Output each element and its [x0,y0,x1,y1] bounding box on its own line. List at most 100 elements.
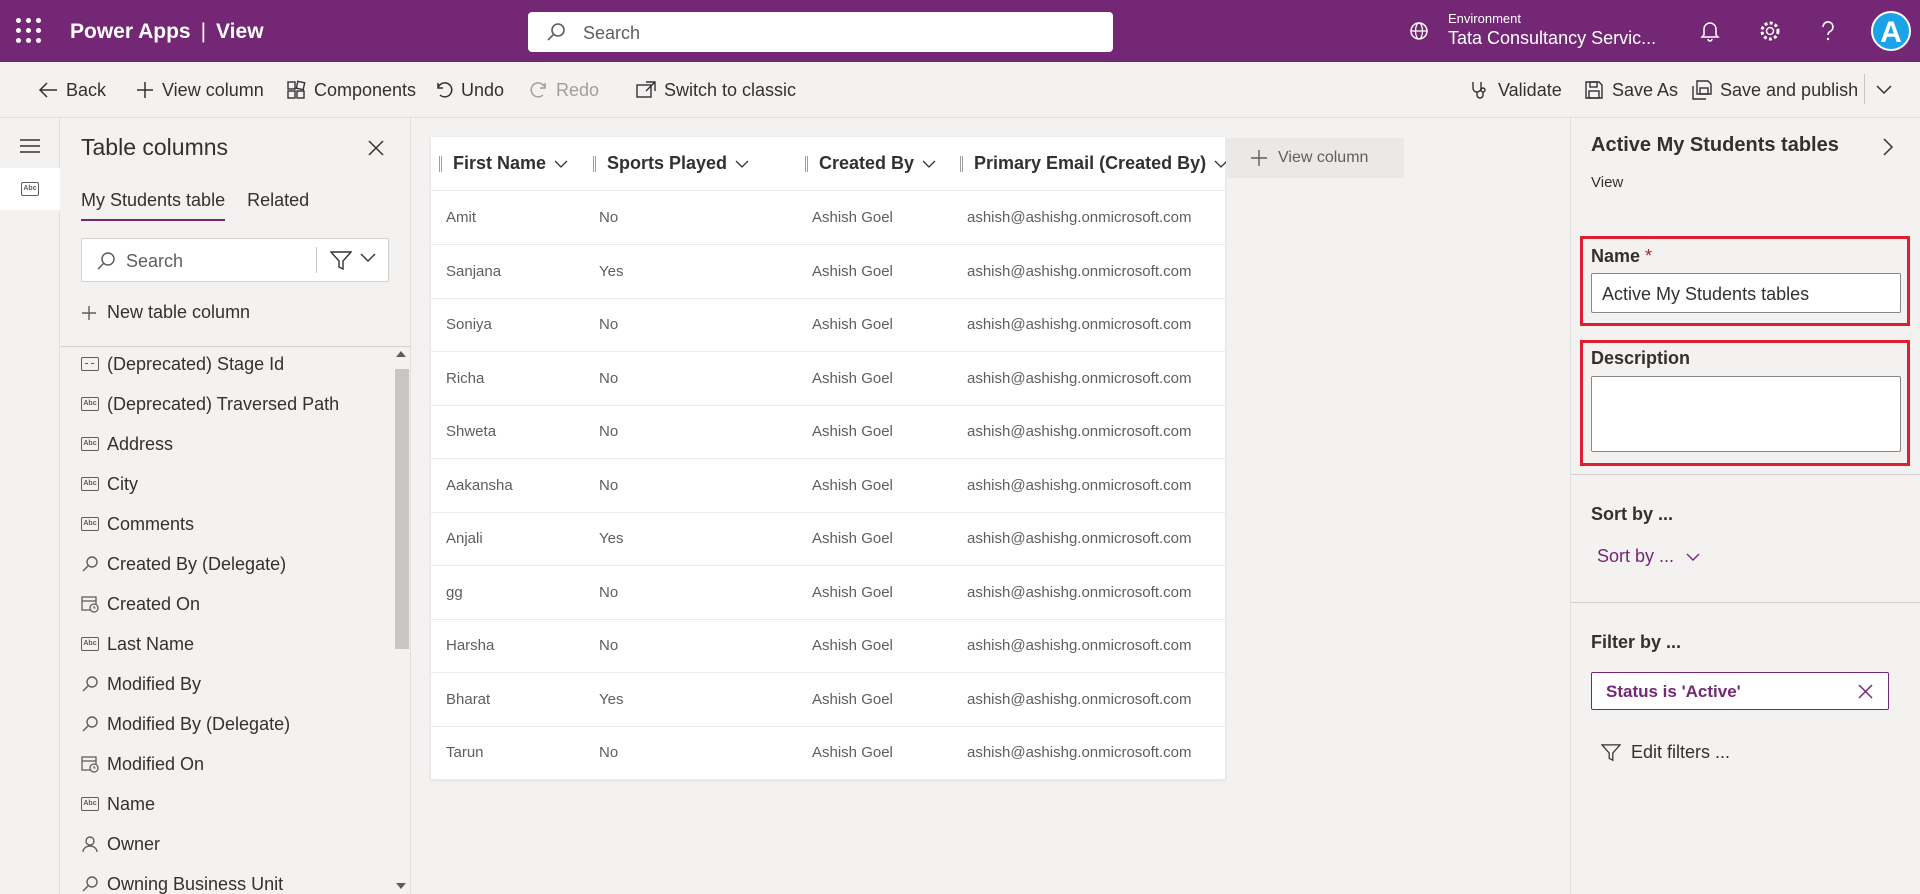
status-filter-chip[interactable]: Status is 'Active' [1591,672,1889,710]
column-list-item[interactable]: Abc Comments [81,509,194,539]
app-name[interactable]: Power Apps [70,20,191,43]
column-header-sports-played[interactable]: Sports Played [593,153,749,174]
table-row[interactable]: Soniya No Ashish Goel ashish@ashishg.onmicr… [431,298,1225,352]
tab-related[interactable]: Related [247,190,309,221]
column-list-item-label: Modified By (Delegate) [107,713,291,734]
view-name-input[interactable]: Active My Students tables [1591,273,1901,313]
view-column-button[interactable]: View column [136,78,264,102]
table-cell: ashish@ashishg.onmicrosoft.com [967,423,1192,440]
column-list-item[interactable]: Abc Address [81,429,173,459]
table-cell: Shweta [446,423,497,440]
column-list-item[interactable]: Abc Last Name [81,629,194,659]
switch-to-classic-button[interactable]: Switch to classic [636,78,796,102]
global-search-input[interactable]: Search [528,12,1113,52]
column-list-item[interactable]: Owning Business Unit [81,869,283,894]
text-icon: Abc [81,515,99,533]
column-list-item[interactable]: Abc (Deprecated) Traversed Path [81,389,339,419]
validate-button[interactable]: Validate [1470,78,1562,102]
components-button[interactable]: Components [286,78,416,102]
table-cell: Aakansha [446,476,513,494]
settings-gear-icon[interactable] [1758,19,1782,43]
notifications-icon[interactable] [1699,19,1721,43]
table-row[interactable]: Harsha No Ashish Goel ashish@ashishg.onmicr… [431,619,1225,673]
filter-icon[interactable] [330,251,352,271]
app-launcher-icon[interactable] [16,18,42,44]
undo-icon [437,82,453,98]
help-icon[interactable] [1818,19,1838,43]
table-row[interactable]: Shweta No Ashish Goel ashish@ashishg.onmicr… [431,405,1225,459]
resize-grip-icon[interactable] [805,155,808,172]
column-header-primary-email[interactable]: Primary Email (Created By) [960,153,1228,174]
scroll-up-icon[interactable] [396,351,406,357]
column-list-item-label: Address [107,433,174,454]
text-field-icon: Abc [21,182,39,196]
grid-header: First Name Sports Played Created By Prim… [431,137,1228,191]
table-cell: Soniya [446,316,492,333]
column-header-created-by[interactable]: Created By [805,153,936,174]
table-row[interactable]: gg No Ashish Goel ashish@ashishg.onmicrosof… [431,566,1225,620]
filter-icon [1601,743,1621,761]
column-list-item-label: Name [107,793,156,814]
scrollbar-thumb[interactable] [395,369,409,649]
table-cell: No [599,316,619,333]
rail-table-columns-button[interactable]: Abc [0,168,60,210]
edit-filters-button[interactable]: Edit filters ... [1601,742,1730,763]
table-row[interactable]: Tarun No Ashish Goel ashish@ashishg.onmicro… [431,726,1225,780]
table-cell: Ashish Goel [812,262,893,280]
user-avatar[interactable]: A [1871,11,1911,51]
column-list-item[interactable]: Owner [81,829,160,859]
column-list-item[interactable]: Created By (Delegate) [81,549,286,579]
column-header-label: Primary Email (Created By) [974,153,1207,173]
open-external-icon [636,81,656,98]
scrollbar[interactable] [392,347,409,894]
column-list-item[interactable]: Abc City [81,469,138,499]
table-row[interactable]: Anjali Yes Ashish Goel ashish@ashishg.onmic… [431,512,1225,566]
text-icon: Abc [81,395,99,413]
column-list-item[interactable]: Modified On [81,749,204,779]
table-row[interactable]: Bharat Yes Ashish Goel ashish@ashishg.onmic… [431,673,1225,727]
column-list-item[interactable]: Created On [81,589,200,619]
sort-by-dropdown[interactable]: Sort by ... [1597,546,1700,567]
redo-icon [530,82,546,98]
undo-button[interactable]: Undo [435,78,504,102]
table-row[interactable]: Richa No Ashish Goel ashish@ashishg.onmicro… [431,352,1225,406]
column-header-first-name[interactable]: First Name [439,153,568,174]
column-list-item[interactable]: Modified By (Delegate) [81,709,290,739]
name-label: Name * [1591,246,1652,267]
section-divider [1571,474,1920,475]
name-label-text: Name [1591,246,1641,266]
save-and-publish-button[interactable]: Save and publish [1692,78,1858,102]
add-view-column-button[interactable]: View column [1226,138,1404,178]
new-table-column-button[interactable]: New table column [81,302,250,323]
resize-grip-icon[interactable] [593,155,596,172]
table-cell: Ashish Goel [812,476,893,494]
environment-value[interactable]: Tata Consultancy Servic... [1448,28,1656,49]
table-row[interactable]: Sanjana Yes Ashish Goel ashish@ashishg.onmi… [431,245,1225,299]
chevron-right-icon[interactable] [1883,138,1893,156]
resize-grip-icon[interactable] [960,155,963,172]
environment-icon[interactable] [1408,20,1430,42]
redo-button[interactable]: Redo [530,78,599,102]
remove-filter-close-icon[interactable] [1858,684,1873,699]
close-icon[interactable] [368,140,384,156]
resize-grip-icon[interactable] [439,155,442,172]
chevron-down-icon[interactable] [1876,85,1892,95]
save-and-publish-label: Save and publish [1720,79,1859,100]
table-cell: Bharat [446,690,491,708]
column-list-item[interactable]: Abc Name [81,789,155,819]
table-cell: No [599,583,619,601]
column-list-item[interactable]: (Deprecated) Stage Id [81,349,284,379]
tab-my-students-table[interactable]: My Students table [81,190,226,221]
table-row[interactable]: Amit No Ashish Goel ashish@ashishg.onmicros… [431,191,1225,245]
scroll-down-icon[interactable] [396,883,406,889]
save-publish-icon [1692,80,1712,100]
column-list-item[interactable]: Modified By [81,669,201,699]
description-textarea[interactable] [1591,376,1901,452]
chevron-down-icon[interactable] [360,253,376,263]
table-row[interactable]: Aakansha No Ashish Goel ashish@ashishg.onmi… [431,459,1225,513]
hamburger-menu-icon[interactable] [20,138,40,154]
save-as-button[interactable]: Save As [1584,78,1678,102]
column-search-input[interactable]: Search [81,238,389,282]
column-list-item-label: (Deprecated) Traversed Path [107,393,340,414]
back-button[interactable]: Back [38,78,106,102]
